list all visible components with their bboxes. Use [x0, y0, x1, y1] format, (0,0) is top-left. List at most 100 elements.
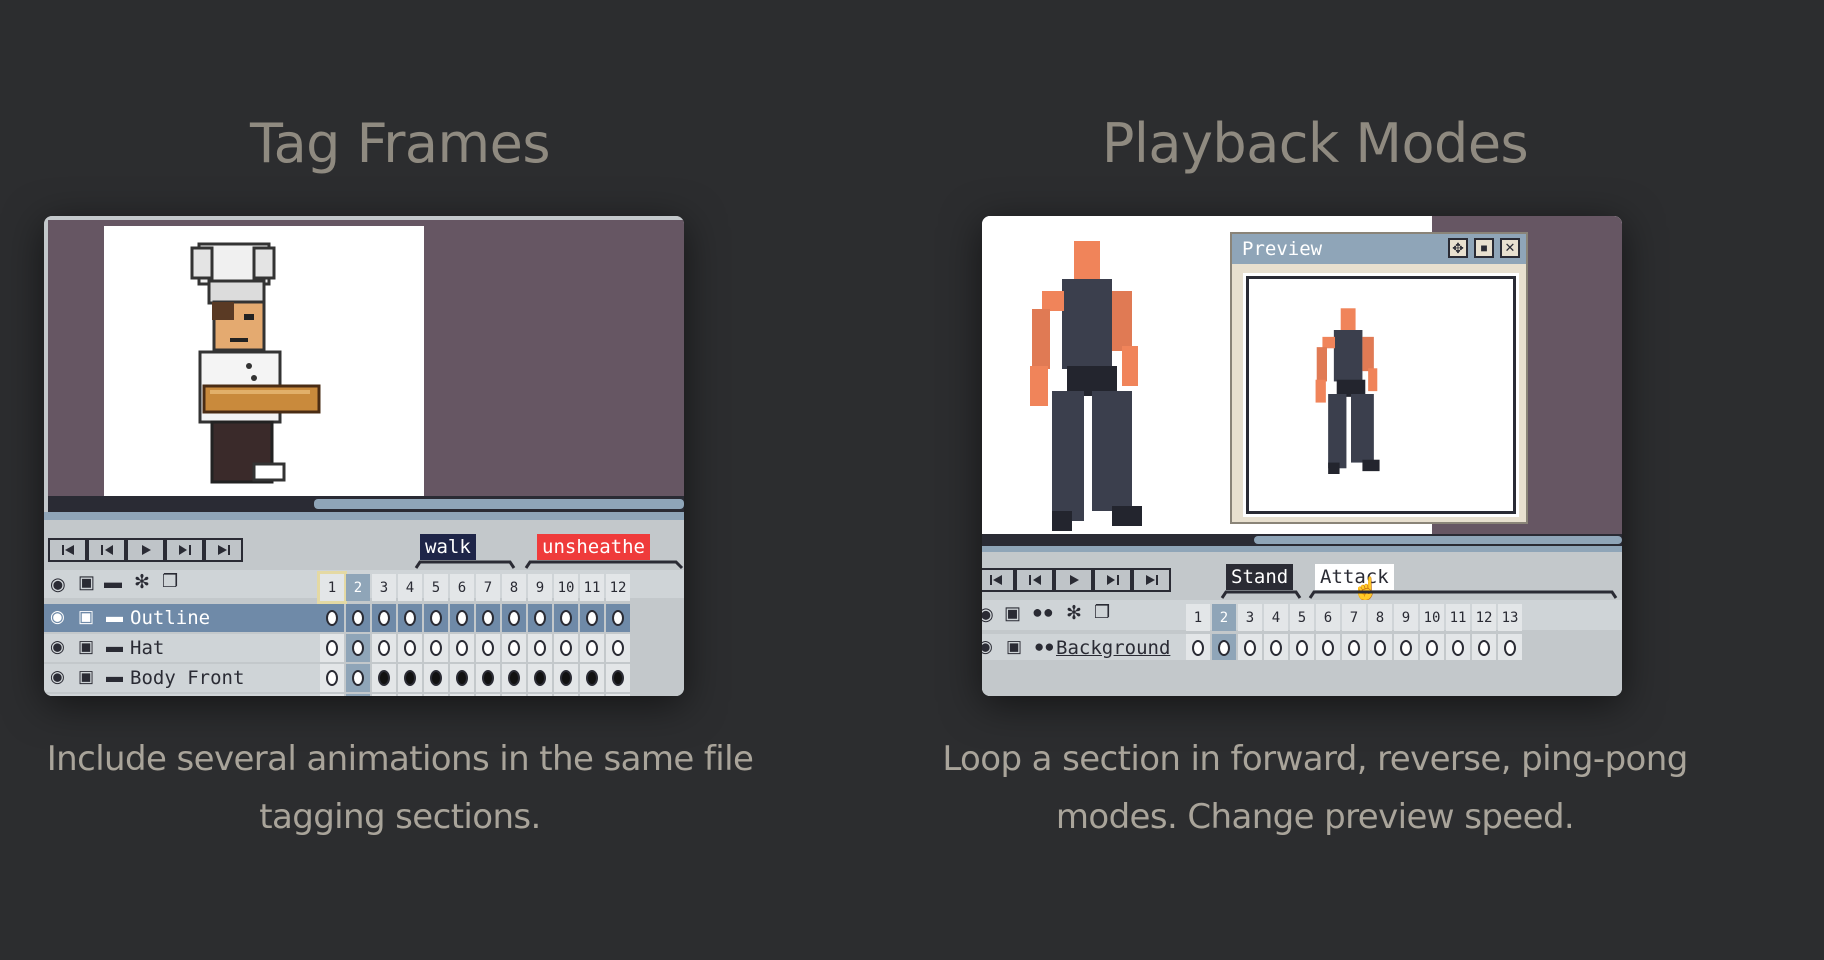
- frame-number-3[interactable]: 3: [1238, 604, 1262, 631]
- cel[interactable]: [1290, 634, 1314, 662]
- continuous-icon[interactable]: ▬: [106, 667, 123, 687]
- cel[interactable]: [1186, 634, 1210, 662]
- cel[interactable]: [528, 694, 552, 696]
- cel[interactable]: [502, 664, 526, 692]
- scrollbar-thumb[interactable]: [1254, 536, 1622, 544]
- layer-row[interactable]: ◉ ▣ ▬ Outline: [44, 604, 320, 632]
- last-frame-button[interactable]: [204, 538, 243, 562]
- lock-icon[interactable]: ▣: [1004, 603, 1021, 624]
- prev-frame-button[interactable]: [1015, 568, 1054, 592]
- eye-icon[interactable]: ◉: [982, 637, 993, 657]
- frame-number-13[interactable]: 13: [1498, 604, 1522, 631]
- cel[interactable]: [1368, 634, 1392, 662]
- cel[interactable]: [606, 664, 630, 692]
- play-button[interactable]: [1054, 568, 1093, 592]
- cel[interactable]: [372, 694, 396, 696]
- cel[interactable]: [1264, 634, 1288, 662]
- frame-number-6[interactable]: 6: [450, 574, 474, 601]
- continuous-icon[interactable]: ▬: [106, 637, 123, 657]
- cel[interactable]: [528, 604, 552, 632]
- canvas-scrollbar[interactable]: [48, 496, 684, 512]
- gear-icon[interactable]: ✻: [134, 571, 150, 594]
- lock-icon[interactable]: ▣: [1006, 637, 1022, 657]
- cel[interactable]: [554, 664, 578, 692]
- cel[interactable]: [346, 694, 370, 696]
- cel[interactable]: [580, 634, 604, 662]
- cel[interactable]: [1394, 634, 1418, 662]
- cel[interactable]: [580, 664, 604, 692]
- eye-icon[interactable]: ◉: [50, 637, 65, 657]
- cel[interactable]: [450, 634, 474, 662]
- frame-number-12[interactable]: 12: [606, 574, 630, 601]
- lock-icon[interactable]: ▣: [78, 607, 94, 627]
- cel[interactable]: [606, 694, 630, 696]
- first-frame-button[interactable]: [982, 568, 1015, 592]
- frame-number-2[interactable]: 2: [1212, 604, 1236, 631]
- preview-titlebar[interactable]: Preview ✥ ■ ✕: [1232, 234, 1526, 264]
- cel[interactable]: [346, 664, 370, 692]
- frame-number-6[interactable]: 6: [1316, 604, 1340, 631]
- frame-number-2[interactable]: 2: [346, 574, 370, 601]
- frame-number-7[interactable]: 7: [1342, 604, 1366, 631]
- frame-number-11[interactable]: 11: [1446, 604, 1470, 631]
- onion-skin-icon[interactable]: ❐: [162, 571, 178, 592]
- continuous-icon[interactable]: ●●: [1034, 637, 1055, 657]
- eye-icon[interactable]: ◉: [50, 574, 66, 595]
- frame-number-1[interactable]: 1: [1186, 604, 1210, 631]
- cel[interactable]: [606, 604, 630, 632]
- prev-frame-button[interactable]: [87, 538, 126, 562]
- cel[interactable]: [1212, 634, 1236, 662]
- cel[interactable]: [476, 604, 500, 632]
- canvas-scrollbar[interactable]: [982, 534, 1622, 546]
- layer-row[interactable]: ◉ ▣ ▬ Body Front: [44, 664, 320, 692]
- cel[interactable]: [502, 634, 526, 662]
- gear-icon[interactable]: ✻: [1066, 602, 1082, 625]
- cel[interactable]: [554, 694, 578, 696]
- frame-number-12[interactable]: 12: [1472, 604, 1496, 631]
- cel[interactable]: [1342, 634, 1366, 662]
- last-frame-button[interactable]: [1132, 568, 1171, 592]
- layer-name[interactable]: Outline: [130, 607, 210, 629]
- cel[interactable]: [502, 694, 526, 696]
- layer-name[interactable]: Hat: [130, 637, 164, 659]
- layer-name[interactable]: Background: [1056, 637, 1170, 659]
- cel[interactable]: [372, 664, 396, 692]
- layer-row[interactable]: ◉ ▣ ▬ Hat: [44, 634, 320, 662]
- cel[interactable]: [372, 634, 396, 662]
- next-frame-button[interactable]: [1093, 568, 1132, 592]
- cel[interactable]: [606, 634, 630, 662]
- frame-number-8[interactable]: 8: [1368, 604, 1392, 631]
- cel[interactable]: [424, 634, 448, 662]
- cel[interactable]: [1498, 634, 1522, 662]
- cel[interactable]: [1446, 634, 1470, 662]
- cel[interactable]: [398, 664, 422, 692]
- eye-icon[interactable]: ◉: [982, 604, 994, 625]
- frame-number-11[interactable]: 11: [580, 574, 604, 601]
- frame-number-4[interactable]: 4: [398, 574, 422, 601]
- cel[interactable]: [1316, 634, 1340, 662]
- cel[interactable]: [424, 694, 448, 696]
- onion-skin-icon[interactable]: ❐: [1094, 602, 1110, 623]
- cel[interactable]: [528, 664, 552, 692]
- cel[interactable]: [320, 604, 344, 632]
- lock-icon[interactable]: ▣: [78, 667, 94, 687]
- maximize-icon[interactable]: ■: [1474, 238, 1494, 258]
- sprite-canvas[interactable]: [104, 226, 424, 496]
- close-icon[interactable]: ✕: [1500, 238, 1520, 258]
- cel[interactable]: [476, 634, 500, 662]
- next-frame-button[interactable]: [165, 538, 204, 562]
- cel[interactable]: [320, 664, 344, 692]
- eye-icon[interactable]: ◉: [50, 667, 65, 687]
- cel[interactable]: [528, 634, 552, 662]
- cel[interactable]: [1238, 634, 1262, 662]
- layer-row[interactable]: ◉▣▬Baguette: [44, 694, 320, 696]
- cel[interactable]: [320, 694, 344, 696]
- cel[interactable]: [320, 634, 344, 662]
- cel[interactable]: [476, 694, 500, 696]
- frame-number-5[interactable]: 5: [1290, 604, 1314, 631]
- frame-number-4[interactable]: 4: [1264, 604, 1288, 631]
- layer-row[interactable]: ◉ ▣ ●● Background: [982, 634, 1186, 662]
- frame-number-10[interactable]: 10: [554, 574, 578, 601]
- continuous-icon[interactable]: ▬: [106, 607, 123, 627]
- cel[interactable]: [450, 604, 474, 632]
